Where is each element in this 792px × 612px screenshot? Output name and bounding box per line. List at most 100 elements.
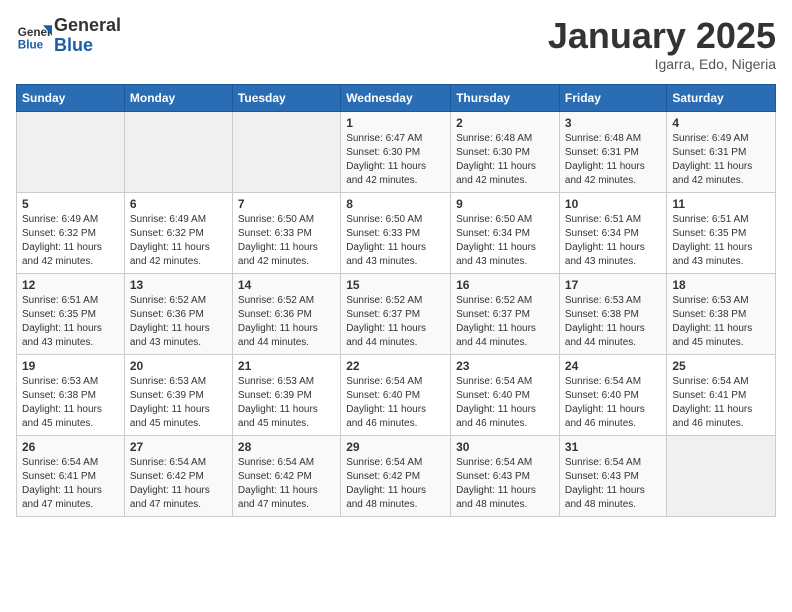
day-number: 14 [238,278,335,292]
day-info: Sunrise: 6:53 AM Sunset: 6:38 PM Dayligh… [22,375,119,431]
day-number: 2 [456,116,554,130]
day-number: 9 [456,197,554,211]
calendar-cell: 3 Sunrise: 6:48 AM Sunset: 6:31 PM Daylig… [559,111,666,192]
calendar-header-row: SundayMondayTuesdayWednesdayThursdayFrid… [17,84,776,111]
day-number: 1 [346,116,445,130]
calendar-cell: 16Sunrise: 6:52 AM Sunset: 6:37 PM Dayli… [451,273,560,354]
day-number: 8 [346,197,445,211]
calendar-cell: 18 Sunrise: 6:53 AM Sunset: 6:38 PM Dayli… [667,273,776,354]
calendar-cell: 21 Sunrise: 6:53 AM Sunset: 6:39 PM Dayli… [232,354,340,435]
day-header-tuesday: Tuesday [232,84,340,111]
calendar-cell: 26 Sunrise: 6:54 AM Sunset: 6:41 PM Dayli… [17,435,125,516]
day-number: 15 [346,278,445,292]
day-info: Sunrise: 6:54 AM Sunset: 6:40 PM Dayligh… [456,375,554,431]
calendar-cell: 1 Sunrise: 6:47 AM Sunset: 6:30 PM Daylig… [341,111,451,192]
day-number: 7 [238,197,335,211]
calendar-cell: 10 Sunrise: 6:51 AM Sunset: 6:34 PM Dayli… [559,192,666,273]
calendar-cell [17,111,125,192]
day-number: 30 [456,440,554,454]
calendar-cell: 15 Sunrise: 6:52 AM Sunset: 6:37 PM Dayli… [341,273,451,354]
calendar-cell: 30Sunrise: 6:54 AM Sunset: 6:43 PM Dayli… [451,435,560,516]
day-info: Sunrise: 6:54 AM Sunset: 6:42 PM Dayligh… [130,456,227,512]
day-info: Sunrise: 6:53 AM Sunset: 6:39 PM Dayligh… [130,375,227,431]
day-info: Sunrise: 6:53 AM Sunset: 6:39 PM Dayligh… [238,375,335,431]
month-title: January 2025 [548,16,776,56]
calendar-table: SundayMondayTuesdayWednesdayThursdayFrid… [16,84,776,517]
day-info: Sunrise: 6:54 AM Sunset: 6:42 PM Dayligh… [238,456,335,512]
calendar-cell: 28 Sunrise: 6:54 AM Sunset: 6:42 PM Dayli… [232,435,340,516]
day-info: Sunrise: 6:52 AM Sunset: 6:36 PM Dayligh… [238,294,335,350]
day-info: Sunrise: 6:50 AM Sunset: 6:34 PM Dayligh… [456,213,554,269]
calendar-cell: 22 Sunrise: 6:54 AM Sunset: 6:40 PM Dayli… [341,354,451,435]
day-info: Sunrise: 6:50 AM Sunset: 6:33 PM Dayligh… [346,213,445,269]
day-info: Sunrise: 6:52 AM Sunset: 6:36 PM Dayligh… [130,294,227,350]
logo-blue-text: Blue [54,35,93,55]
day-number: 24 [565,359,661,373]
calendar-cell: 23Sunrise: 6:54 AM Sunset: 6:40 PM Dayli… [451,354,560,435]
day-number: 17 [565,278,661,292]
logo-general-text: General [54,15,121,35]
calendar-cell: 31 Sunrise: 6:54 AM Sunset: 6:43 PM Dayli… [559,435,666,516]
calendar-cell: 2Sunrise: 6:48 AM Sunset: 6:30 PM Daylig… [451,111,560,192]
calendar-cell: 5 Sunrise: 6:49 AM Sunset: 6:32 PM Daylig… [17,192,125,273]
day-header-thursday: Thursday [451,84,560,111]
calendar-cell [667,435,776,516]
day-info: Sunrise: 6:54 AM Sunset: 6:43 PM Dayligh… [565,456,661,512]
logo: General Blue General Blue [16,16,121,56]
day-number: 5 [22,197,119,211]
page-header: General Blue General Blue January 2025 I… [16,16,776,72]
title-area: January 2025 Igarra, Edo, Nigeria [548,16,776,72]
calendar-cell: 29Sunrise: 6:54 AM Sunset: 6:42 PM Dayli… [341,435,451,516]
calendar-cell: 17Sunrise: 6:53 AM Sunset: 6:38 PM Dayli… [559,273,666,354]
calendar-cell: 12 Sunrise: 6:51 AM Sunset: 6:35 PM Dayli… [17,273,125,354]
day-number: 19 [22,359,119,373]
calendar-cell: 4Sunrise: 6:49 AM Sunset: 6:31 PM Daylig… [667,111,776,192]
day-number: 21 [238,359,335,373]
day-number: 18 [672,278,770,292]
day-number: 10 [565,197,661,211]
day-info: Sunrise: 6:54 AM Sunset: 6:40 PM Dayligh… [565,375,661,431]
day-info: Sunrise: 6:47 AM Sunset: 6:30 PM Dayligh… [346,132,445,188]
day-info: Sunrise: 6:52 AM Sunset: 6:37 PM Dayligh… [346,294,445,350]
calendar-cell [124,111,232,192]
location-subtitle: Igarra, Edo, Nigeria [548,56,776,72]
day-info: Sunrise: 6:52 AM Sunset: 6:37 PM Dayligh… [456,294,554,350]
day-number: 28 [238,440,335,454]
day-info: Sunrise: 6:54 AM Sunset: 6:41 PM Dayligh… [672,375,770,431]
day-number: 31 [565,440,661,454]
day-info: Sunrise: 6:51 AM Sunset: 6:35 PM Dayligh… [22,294,119,350]
day-number: 3 [565,116,661,130]
day-number: 22 [346,359,445,373]
day-info: Sunrise: 6:49 AM Sunset: 6:32 PM Dayligh… [130,213,227,269]
logo-icon: General Blue [16,18,52,54]
calendar-cell: 14 Sunrise: 6:52 AM Sunset: 6:36 PM Dayli… [232,273,340,354]
calendar-week-row: 19 Sunrise: 6:53 AM Sunset: 6:38 PM Dayli… [17,354,776,435]
calendar-cell: 9 Sunrise: 6:50 AM Sunset: 6:34 PM Daylig… [451,192,560,273]
calendar-week-row: 1 Sunrise: 6:47 AM Sunset: 6:30 PM Daylig… [17,111,776,192]
day-header-saturday: Saturday [667,84,776,111]
calendar-cell: 24 Sunrise: 6:54 AM Sunset: 6:40 PM Dayli… [559,354,666,435]
calendar-cell: 6Sunrise: 6:49 AM Sunset: 6:32 PM Daylig… [124,192,232,273]
calendar-cell: 27 Sunrise: 6:54 AM Sunset: 6:42 PM Dayli… [124,435,232,516]
day-number: 13 [130,278,227,292]
day-header-sunday: Sunday [17,84,125,111]
day-info: Sunrise: 6:51 AM Sunset: 6:34 PM Dayligh… [565,213,661,269]
day-info: Sunrise: 6:53 AM Sunset: 6:38 PM Dayligh… [672,294,770,350]
day-info: Sunrise: 6:54 AM Sunset: 6:42 PM Dayligh… [346,456,445,512]
calendar-cell: 13 Sunrise: 6:52 AM Sunset: 6:36 PM Dayli… [124,273,232,354]
day-info: Sunrise: 6:48 AM Sunset: 6:31 PM Dayligh… [565,132,661,188]
day-info: Sunrise: 6:54 AM Sunset: 6:41 PM Dayligh… [22,456,119,512]
day-number: 25 [672,359,770,373]
day-header-monday: Monday [124,84,232,111]
calendar-cell: 19 Sunrise: 6:53 AM Sunset: 6:38 PM Dayli… [17,354,125,435]
day-info: Sunrise: 6:49 AM Sunset: 6:32 PM Dayligh… [22,213,119,269]
calendar-cell: 20 Sunrise: 6:53 AM Sunset: 6:39 PM Dayli… [124,354,232,435]
calendar-week-row: 12 Sunrise: 6:51 AM Sunset: 6:35 PM Dayli… [17,273,776,354]
day-info: Sunrise: 6:54 AM Sunset: 6:40 PM Dayligh… [346,375,445,431]
day-number: 27 [130,440,227,454]
day-number: 12 [22,278,119,292]
day-number: 26 [22,440,119,454]
day-info: Sunrise: 6:50 AM Sunset: 6:33 PM Dayligh… [238,213,335,269]
day-number: 20 [130,359,227,373]
day-number: 4 [672,116,770,130]
